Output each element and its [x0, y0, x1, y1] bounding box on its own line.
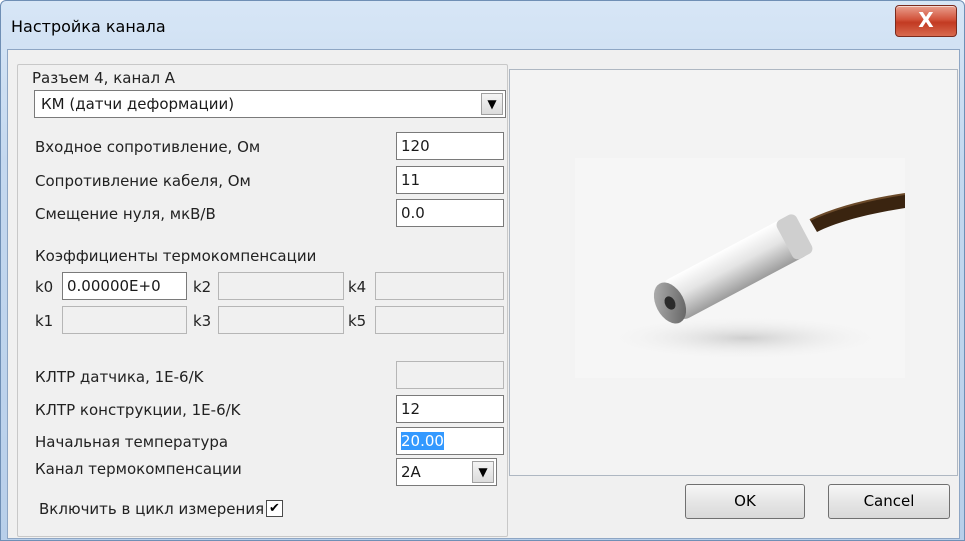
zero-offset-label: Смещение нуля, мкВ/В — [35, 205, 216, 223]
dialog-client-area: Разъем 4, канал А КМ (датчи деформации) … — [7, 49, 960, 539]
title-bar[interactable]: Настройка канала X — [1, 1, 964, 49]
cancel-button[interactable]: Cancel — [828, 484, 950, 519]
dialog-window: Настройка канала X Разъем 4, канал А КМ … — [0, 0, 965, 541]
sensor-ktr-field — [396, 361, 504, 389]
chevron-down-icon[interactable]: ▼ — [481, 93, 503, 115]
comp-channel-select[interactable]: 2А ▼ — [396, 458, 497, 486]
include-in-cycle-label: Включить в цикл измерения — [39, 500, 265, 518]
include-in-cycle-checkbox[interactable]: ✔ — [266, 500, 283, 517]
k1-field — [62, 306, 187, 334]
input-resistance-field[interactable]: 120 — [396, 132, 504, 160]
ok-button[interactable]: OK — [685, 484, 805, 519]
k3-field — [218, 306, 344, 334]
thermo-coefficients-heading: Коэффициенты термокомпенсации — [35, 247, 317, 265]
close-button[interactable]: X — [895, 5, 957, 37]
structure-ktr-label: КЛТР конструкции, 1E-6/K — [35, 401, 241, 419]
k4-label: k4 — [348, 278, 367, 296]
start-temperature-field[interactable]: 20.00 — [396, 427, 504, 455]
strain-sensor-image — [575, 158, 905, 378]
close-icon: X — [918, 8, 934, 32]
sensor-ktr-label: КЛТР датчика, 1E-6/K — [35, 368, 204, 386]
k3-label: k3 — [193, 312, 212, 330]
groupbox-legend: Разъем 4, канал А — [30, 69, 178, 87]
check-icon: ✔ — [269, 501, 280, 516]
k0-field[interactable]: 0.00000E+0 — [62, 272, 187, 300]
start-temperature-value: 20.00 — [401, 432, 444, 450]
comp-channel-label: Канал термокомпенсации — [35, 460, 242, 478]
comp-channel-value: 2А — [401, 463, 421, 481]
k2-field — [218, 272, 344, 300]
k0-label: k0 — [35, 278, 54, 296]
window-title: Настройка канала — [11, 17, 166, 36]
k1-label: k1 — [35, 312, 54, 330]
sensor-image-panel — [509, 69, 958, 476]
sensor-type-value: КМ (датчи деформации) — [41, 95, 235, 113]
input-resistance-label: Входное сопротивление, Ом — [35, 138, 261, 156]
structure-ktr-field[interactable]: 12 — [396, 395, 504, 423]
cable-resistance-field[interactable]: 11 — [396, 166, 504, 194]
zero-offset-field[interactable]: 0.0 — [396, 199, 504, 227]
chevron-down-icon[interactable]: ▼ — [472, 461, 494, 483]
k5-field — [375, 306, 504, 334]
k4-field — [375, 272, 504, 300]
cable-resistance-label: Сопротивление кабеля, Ом — [35, 172, 251, 190]
start-temperature-label: Начальная температура — [35, 433, 229, 451]
k5-label: k5 — [348, 312, 367, 330]
k2-label: k2 — [193, 278, 212, 296]
sensor-type-select[interactable]: КМ (датчи деформации) ▼ — [34, 90, 506, 118]
